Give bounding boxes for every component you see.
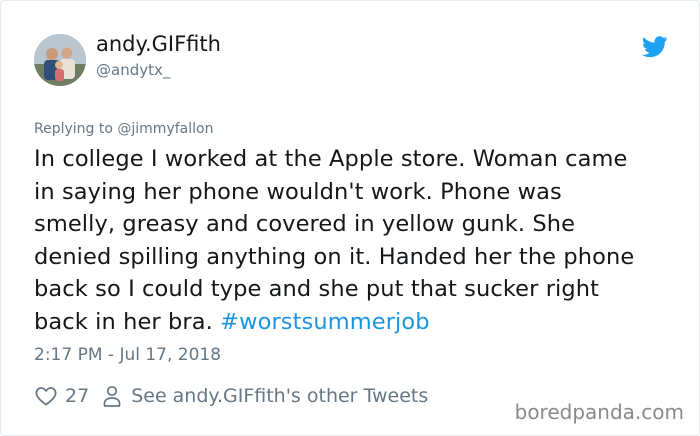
tweet-actions: 27 See andy.GIFfith's other Tweets (34, 382, 428, 410)
avatar[interactable] (34, 34, 86, 86)
heart-icon[interactable] (34, 384, 58, 408)
tweet-line: back so I could type and she put that su… (34, 276, 600, 302)
tweet-line: denied spilling anything on it. Handed h… (34, 243, 635, 270)
tweet-line: In college I worked at the Apple store. … (34, 146, 628, 172)
tweet-card: andy.GIFfith @andytx_ Replying to @jimmy… (0, 0, 700, 436)
timestamp-link[interactable]: 2:17 PM - Jul 17, 2018 (34, 345, 221, 365)
reply-mention-link[interactable]: @jimmyfallon (117, 121, 213, 137)
user-handle[interactable]: @andytx_ (96, 61, 170, 79)
watermark: boredpanda.com (514, 400, 684, 424)
tweet-line: back in her bra. #worstsummerjob (34, 306, 684, 339)
person-icon (103, 385, 121, 407)
tweet-line: in saying her phone wouldn't work. Phone… (34, 178, 562, 205)
like-count[interactable]: 27 (65, 385, 89, 407)
replying-prefix: Replying to (34, 121, 118, 137)
twitter-bird-icon[interactable] (642, 36, 668, 58)
hashtag-link[interactable]: #worstsummerjob (220, 309, 430, 335)
replying-to: Replying to @jimmyfallon (34, 121, 213, 137)
tweet-text: In college I worked at the Apple store. … (34, 143, 684, 338)
tweet-line: smelly, greasy and covered in yellow gun… (34, 211, 576, 237)
display-name[interactable]: andy.GIFfith (96, 32, 221, 56)
tweet-line-text: back in her bra. (34, 308, 221, 335)
profile-tweets-link[interactable]: See andy.GIFfith's other Tweets (131, 385, 428, 407)
